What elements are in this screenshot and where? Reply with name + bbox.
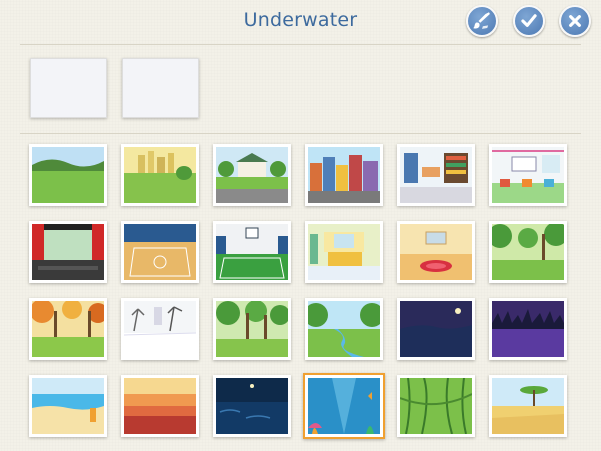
background-savanna[interactable]: [489, 375, 567, 437]
background-night-forest[interactable]: [489, 298, 567, 360]
background-forest[interactable]: [489, 221, 567, 283]
background-night[interactable]: [397, 298, 475, 360]
background-night-sea[interactable]: [213, 375, 291, 437]
background-jungle[interactable]: [397, 375, 475, 437]
background-classroom[interactable]: [489, 144, 567, 206]
header-divider: [20, 44, 581, 45]
background-river[interactable]: [305, 298, 383, 360]
background-gym[interactable]: [121, 221, 199, 283]
background-autumn[interactable]: [29, 298, 107, 360]
background-theater[interactable]: [29, 221, 107, 283]
background-sunset[interactable]: [121, 375, 199, 437]
background-room[interactable]: [397, 221, 475, 283]
checkmark-icon: [521, 14, 537, 27]
paintbrush-button[interactable]: [466, 5, 498, 37]
background-underwater[interactable]: [303, 373, 385, 439]
page-title: Underwater: [243, 9, 358, 31]
confirm-button[interactable]: [513, 5, 545, 37]
background-farm[interactable]: [29, 144, 107, 206]
blank-background-1[interactable]: [30, 58, 107, 118]
background-winter[interactable]: [121, 298, 199, 360]
background-library[interactable]: [397, 144, 475, 206]
background-bedroom[interactable]: [305, 221, 383, 283]
close-icon: [569, 15, 581, 27]
background-woods[interactable]: [213, 298, 291, 360]
background-suburb[interactable]: [213, 144, 291, 206]
background-city[interactable]: [305, 144, 383, 206]
blank-background-2[interactable]: [122, 58, 199, 118]
background-basketball-court[interactable]: [213, 221, 291, 283]
section-divider: [20, 133, 581, 134]
close-button[interactable]: [559, 5, 591, 37]
paintbrush-icon: [473, 12, 490, 29]
background-beach[interactable]: [29, 375, 107, 437]
background-city-park[interactable]: [121, 144, 199, 206]
